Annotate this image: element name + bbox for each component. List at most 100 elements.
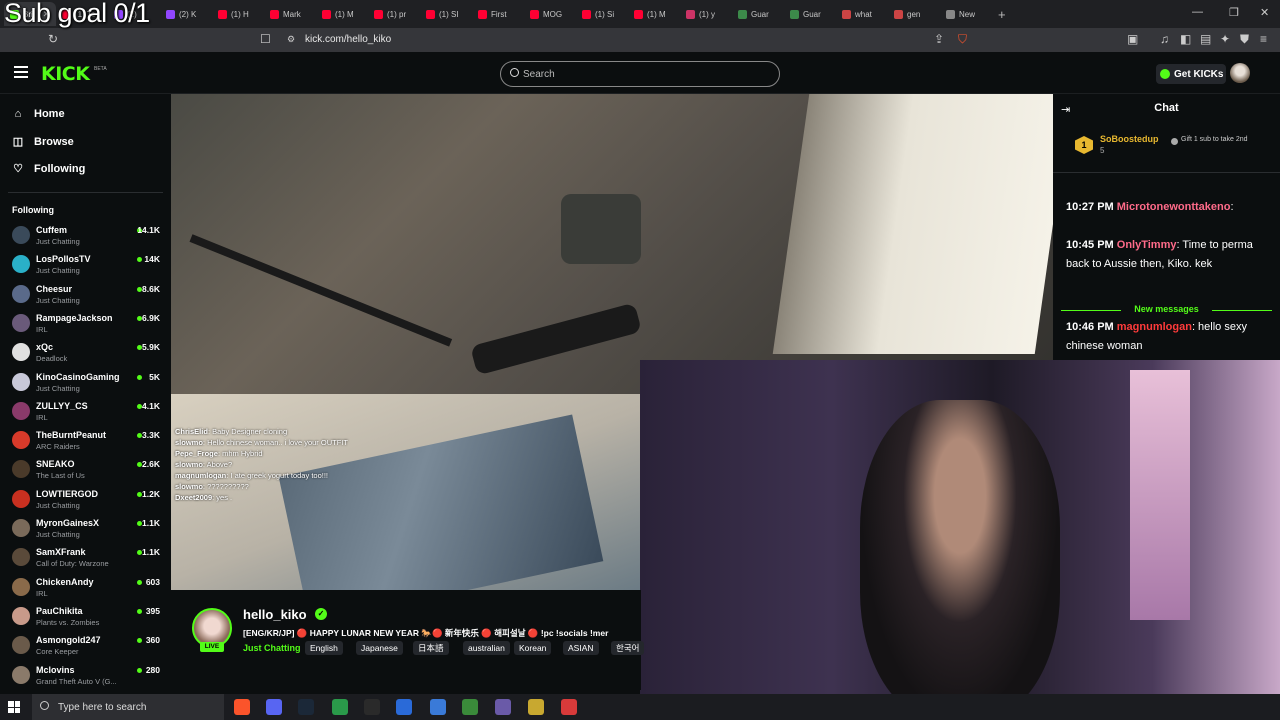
stream-tag[interactable]: ASIAN bbox=[563, 641, 599, 655]
browser-tab[interactable]: gen bbox=[888, 2, 940, 26]
tab-label: gen bbox=[907, 9, 921, 19]
streamer-name[interactable]: hello_kiko bbox=[243, 607, 307, 622]
menu-icon[interactable]: ≡ bbox=[1260, 32, 1267, 46]
bluetooth-icon[interactable] bbox=[396, 699, 412, 715]
channel-avatar bbox=[12, 431, 30, 450]
browser-tab[interactable]: Guar bbox=[784, 2, 836, 26]
chat-divider bbox=[1053, 172, 1280, 173]
steam-icon[interactable] bbox=[298, 699, 314, 715]
stream-category[interactable]: Just Chatting bbox=[243, 643, 301, 653]
minimize-icon[interactable]: — bbox=[1192, 6, 1203, 18]
browser-tab[interactable]: (2) K bbox=[160, 2, 212, 26]
channel-item[interactable]: SamXFrank Call of Duty: Warzone 1.1K bbox=[12, 545, 162, 573]
browser-tab[interactable]: (1) SI bbox=[420, 2, 472, 26]
nav-browse[interactable]: ◫ Browse bbox=[12, 135, 74, 149]
brave-icon[interactable] bbox=[234, 699, 250, 715]
search-input[interactable]: Search bbox=[500, 61, 780, 87]
channel-item[interactable]: TheBurntPeanut ARC Raiders 3.3K bbox=[12, 428, 162, 456]
bookmark-icon[interactable]: ☐ bbox=[260, 32, 271, 46]
browser-tab[interactable]: (1) M bbox=[316, 2, 368, 26]
stream-tag[interactable]: 한국어 bbox=[611, 641, 645, 655]
vpn-app-icon[interactable] bbox=[495, 699, 511, 715]
stream-tag[interactable]: australian bbox=[463, 641, 510, 655]
chat-username[interactable]: OnlyTimmy bbox=[1117, 239, 1177, 251]
new-messages-divider[interactable]: New messages bbox=[1053, 304, 1280, 314]
windows-start-icon[interactable] bbox=[8, 701, 20, 713]
channel-item[interactable]: Asmongold247 Core Keeper 360 bbox=[12, 633, 162, 661]
channel-item[interactable]: RampageJackson IRL 6.9K bbox=[12, 311, 162, 339]
channel-avatar bbox=[12, 636, 30, 655]
channel-item[interactable]: LosPollosTV Just Chatting 14K bbox=[12, 252, 162, 280]
gift-sub-prompt[interactable]: Gift 1 sub to take 2nd bbox=[1181, 136, 1271, 144]
browser-tab[interactable]: (1) Si bbox=[576, 2, 628, 26]
kick-logo[interactable]: KICK bbox=[41, 63, 90, 85]
leaderboard-user[interactable]: SoBoostedup bbox=[1100, 134, 1159, 144]
channel-item[interactable]: Mclovins Grand Theft Auto V (G... 280 bbox=[12, 663, 162, 691]
discord-icon[interactable] bbox=[266, 699, 282, 715]
channel-item[interactable]: ChickenAndy IRL 603 bbox=[12, 575, 162, 603]
channel-item[interactable]: ZULLYY_CS IRL 4.1K bbox=[12, 399, 162, 427]
site-info-icon[interactable]: ⚙ bbox=[287, 34, 295, 45]
video-stool bbox=[561, 194, 641, 264]
hamburger-menu-icon[interactable] bbox=[14, 66, 28, 78]
vpn-icon[interactable]: ⛊ bbox=[1240, 32, 1249, 47]
user-avatar[interactable] bbox=[1230, 63, 1250, 83]
music-icon[interactable]: ♫ bbox=[1160, 32, 1169, 46]
nav-home[interactable]: ⌂ Home bbox=[12, 108, 65, 120]
app-icon[interactable] bbox=[332, 699, 348, 715]
channel-item[interactable]: SNEAKO The Last of Us 2.6K bbox=[12, 457, 162, 485]
live-dot-icon bbox=[137, 638, 142, 644]
browser-tab[interactable]: First bbox=[472, 2, 524, 26]
browser-tab[interactable]: what bbox=[836, 2, 888, 26]
browser-tab[interactable]: MOG bbox=[524, 2, 576, 26]
share-icon[interactable]: ⇪ bbox=[934, 32, 944, 46]
sidebar-toggle-icon[interactable]: ◧ bbox=[1180, 32, 1191, 46]
maximize-icon[interactable]: ❐ bbox=[1229, 6, 1239, 19]
sub-goal-overlay: Sub goal 0/1 bbox=[4, 0, 150, 28]
viewer-count: 14.1K bbox=[137, 225, 160, 235]
browser-tab[interactable]: Mark bbox=[264, 2, 316, 26]
channel-item[interactable]: xQc Deadlock 5.9K bbox=[12, 340, 162, 368]
stream-tag[interactable]: 日本語 bbox=[413, 641, 449, 655]
browser-tab[interactable]: (1) pr bbox=[368, 2, 420, 26]
channel-name: LosPollosTV bbox=[36, 254, 91, 265]
nav-following[interactable]: ♡ Following bbox=[12, 162, 85, 176]
chat-username[interactable]: magnumlogan bbox=[1117, 321, 1192, 333]
chat-username[interactable]: Microtonewonttakeno bbox=[1117, 201, 1231, 213]
browser-tab[interactable]: (1) y bbox=[680, 2, 732, 26]
tab-favicon-icon bbox=[218, 9, 227, 19]
browser-tab[interactable]: New bbox=[940, 2, 992, 26]
brave-shield-icon[interactable]: ⛉ bbox=[958, 32, 967, 47]
overlay-chat-user: Dxeet2009 bbox=[175, 493, 213, 502]
close-window-icon[interactable]: ✕ bbox=[1260, 6, 1269, 19]
stream-tag[interactable]: Japanese bbox=[356, 641, 403, 655]
overlay-chat-user: slowmo bbox=[175, 482, 203, 491]
channel-item[interactable]: PauChikita Plants vs. Zombies 395 bbox=[12, 604, 162, 632]
channel-item[interactable]: LOWTIERGOD Just Chatting 1.2K bbox=[12, 487, 162, 515]
stream-tag[interactable]: English bbox=[305, 641, 343, 655]
file-explorer-icon[interactable] bbox=[430, 699, 446, 715]
get-kicks-button[interactable]: Get KICKs bbox=[1156, 64, 1226, 84]
browser-tab[interactable]: (1) H bbox=[212, 2, 264, 26]
leo-ai-icon[interactable]: ✦ bbox=[1220, 32, 1230, 46]
epic-games-icon[interactable] bbox=[364, 699, 380, 715]
channel-item[interactable]: KinoCasinoGaming Just Chatting 5K bbox=[12, 370, 162, 398]
league-icon[interactable] bbox=[528, 699, 544, 715]
wallet-icon[interactable]: ▤ bbox=[1200, 32, 1211, 46]
url-field[interactable]: kick.com/hello_kiko bbox=[305, 34, 391, 45]
xbox-icon[interactable] bbox=[462, 699, 478, 715]
channel-item[interactable]: Cheesur Just Chatting 8.6K bbox=[12, 282, 162, 310]
stream-tag[interactable]: Korean bbox=[514, 641, 552, 655]
obs-icon[interactable] bbox=[561, 699, 577, 715]
browser-tab[interactable]: Guar bbox=[732, 2, 784, 26]
browser-tab[interactable]: (1) M bbox=[628, 2, 680, 26]
taskbar-search[interactable]: Type here to search bbox=[32, 694, 224, 720]
screenshot-icon[interactable]: ▣ bbox=[1127, 32, 1138, 46]
tab-label: (1) Si bbox=[595, 9, 615, 19]
new-tab-icon[interactable]: + bbox=[998, 7, 1006, 22]
chat-timestamp: 10:46 PM bbox=[1066, 321, 1114, 333]
channel-item[interactable]: MyronGainesX Just Chatting 1.1K bbox=[12, 516, 162, 544]
sidebar-divider bbox=[8, 192, 163, 193]
reload-icon[interactable]: ↻ bbox=[48, 32, 58, 46]
channel-item[interactable]: Cuffem Just Chatting 14.1K bbox=[12, 223, 162, 251]
